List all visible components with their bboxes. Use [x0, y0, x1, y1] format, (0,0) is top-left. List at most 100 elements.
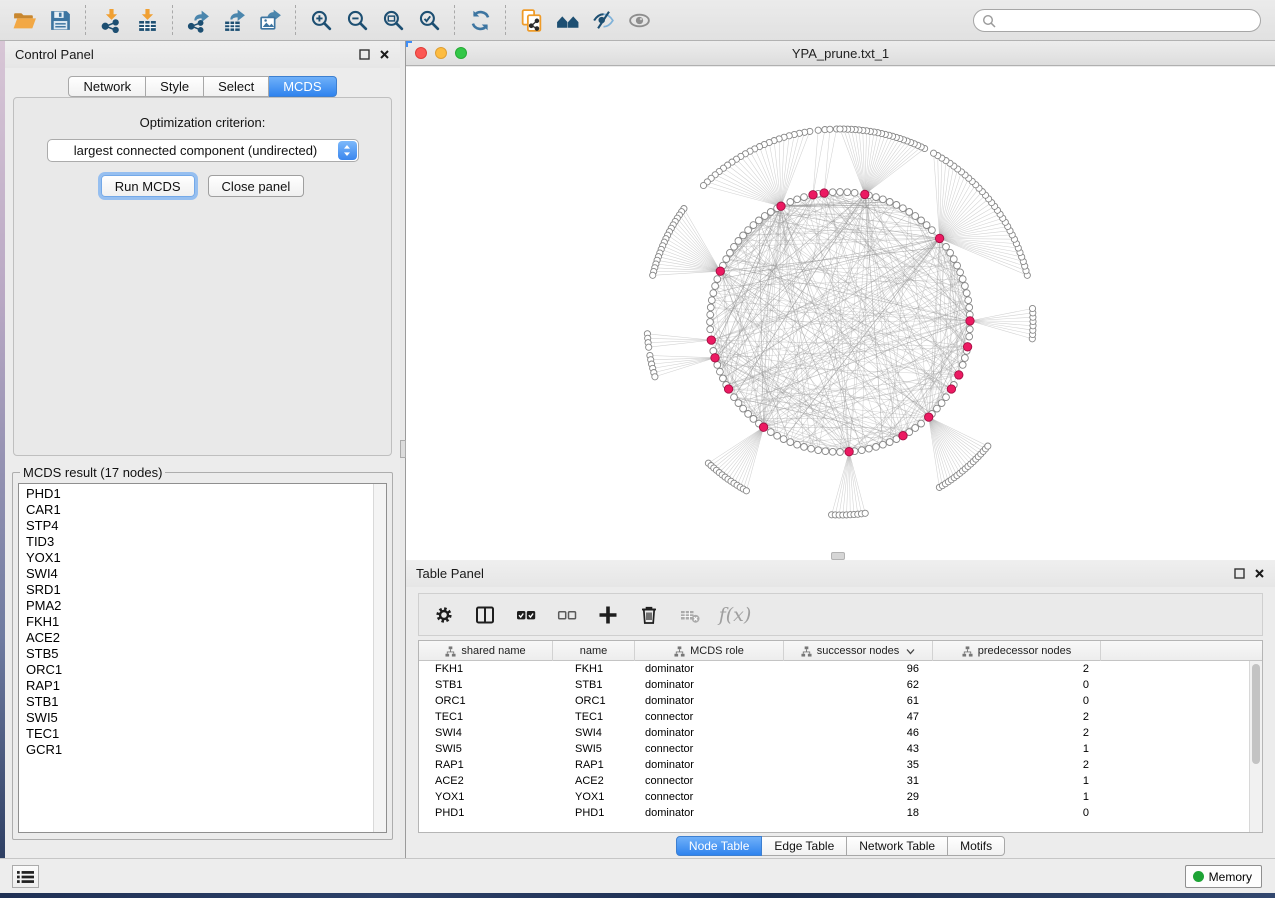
import-table-button[interactable] [129, 4, 165, 36]
column-header-MCDS-role[interactable]: MCDS role [635, 641, 784, 661]
network-graph[interactable] [406, 67, 1275, 560]
horizontal-splitter-handle[interactable] [831, 552, 845, 560]
table-cell[interactable]: 96 [784, 661, 933, 677]
table-cell[interactable]: YOX1 [419, 789, 553, 805]
network-node[interactable] [829, 448, 836, 455]
mcds-result-item[interactable]: ACE2 [26, 630, 373, 646]
save-session-button[interactable] [42, 4, 78, 36]
find-binoculars-button[interactable] [549, 4, 585, 36]
network-node[interactable] [906, 209, 913, 216]
mcds-result-item[interactable]: PMA2 [26, 598, 373, 614]
zoom-out-button[interactable] [339, 4, 375, 36]
network-node[interactable] [918, 420, 925, 427]
float-table-panel-icon[interactable] [1234, 568, 1245, 579]
tab-network[interactable]: Network [68, 76, 146, 97]
network-leaf-node[interactable] [862, 510, 868, 516]
mcds-hub-node[interactable] [707, 336, 715, 344]
tab-motifs[interactable]: Motifs [948, 836, 1005, 856]
table-cell[interactable]: SWI5 [419, 741, 553, 757]
table-cell[interactable]: YOX1 [553, 789, 635, 805]
table-row[interactable]: STB1STB1dominator620 [419, 677, 1262, 693]
network-node[interactable] [943, 394, 950, 401]
mcds-hub-node[interactable] [716, 267, 724, 275]
network-node[interactable] [957, 269, 964, 276]
network-node[interactable] [844, 189, 851, 196]
mcds-result-item[interactable]: FKH1 [26, 614, 373, 630]
mcds-result-item[interactable]: RAP1 [26, 678, 373, 694]
network-window-titlebar[interactable]: YPA_prune.txt_1 [406, 41, 1275, 66]
network-node[interactable] [707, 319, 714, 326]
mcds-hub-node[interactable] [955, 371, 963, 379]
optimization-criterion-select[interactable]: largest connected component (undirected) [47, 139, 359, 162]
table-row[interactable]: TEC1TEC1connector472 [419, 709, 1262, 725]
mcds-hub-node[interactable] [845, 448, 853, 456]
table-cell[interactable]: dominator [635, 693, 784, 709]
table-cell[interactable]: 43 [784, 741, 933, 757]
network-node[interactable] [966, 333, 973, 340]
table-cell[interactable]: PHD1 [419, 805, 553, 821]
table-cell[interactable]: ORC1 [419, 693, 553, 709]
table-cell[interactable]: 35 [784, 757, 933, 773]
network-node[interactable] [866, 445, 873, 452]
table-cell[interactable]: SWI4 [553, 725, 635, 741]
network-node[interactable] [912, 213, 919, 220]
table-cell[interactable]: SWI4 [419, 725, 553, 741]
network-leaf-node[interactable] [700, 182, 706, 188]
table-row[interactable]: YOX1YOX1connector291 [419, 789, 1262, 805]
table-cell[interactable]: dominator [635, 677, 784, 693]
table-cell[interactable]: TEC1 [553, 709, 635, 725]
network-leaf-node[interactable] [827, 126, 833, 132]
table-cell[interactable]: ORC1 [553, 693, 635, 709]
table-row[interactable]: FKH1FKH1dominator962 [419, 661, 1262, 677]
network-node[interactable] [873, 194, 880, 201]
network-node[interactable] [727, 249, 734, 256]
network-node[interactable] [815, 447, 822, 454]
table-cell[interactable]: 2 [933, 709, 1101, 725]
network-node[interactable] [761, 213, 768, 220]
mcds-hub-node[interactable] [966, 317, 974, 325]
network-node[interactable] [731, 243, 738, 250]
zoom-in-button[interactable] [303, 4, 339, 36]
close-table-panel-icon[interactable] [1254, 568, 1265, 579]
network-node[interactable] [708, 297, 715, 304]
table-cell[interactable]: 18 [784, 805, 933, 821]
network-leaf-node[interactable] [985, 443, 991, 449]
memory-button[interactable]: Memory [1185, 865, 1262, 888]
network-node[interactable] [740, 232, 747, 239]
network-node[interactable] [707, 311, 714, 318]
table-row[interactable]: SWI5SWI5connector431 [419, 741, 1262, 757]
deselect-all-checkboxes-button[interactable] [554, 602, 580, 628]
column-header-predecessor-nodes[interactable]: predecessor nodes [933, 641, 1101, 661]
table-cell[interactable]: FKH1 [553, 661, 635, 677]
table-cell[interactable]: ACE2 [553, 773, 635, 789]
mcds-hub-node[interactable] [963, 343, 971, 351]
network-node[interactable] [756, 217, 763, 224]
table-cell[interactable]: 61 [784, 693, 933, 709]
network-node[interactable] [707, 326, 714, 333]
network-leaf-node[interactable] [743, 488, 749, 494]
mcds-hub-node[interactable] [935, 234, 943, 242]
network-node[interactable] [767, 429, 774, 436]
network-node[interactable] [829, 189, 836, 196]
table-row[interactable]: PHD1PHD1dominator180 [419, 805, 1262, 821]
table-cell[interactable]: 31 [784, 773, 933, 789]
table-cell[interactable]: connector [635, 773, 784, 789]
mcds-hub-node[interactable] [711, 354, 719, 362]
table-scrollbar[interactable] [1249, 661, 1262, 832]
close-panel-icon[interactable] [379, 49, 390, 60]
search-input[interactable] [1001, 11, 1260, 30]
network-node[interactable] [966, 304, 973, 311]
float-panel-icon[interactable] [359, 49, 370, 60]
table-cell[interactable]: 0 [933, 693, 1101, 709]
network-node[interactable] [858, 447, 865, 454]
network-node[interactable] [735, 400, 742, 407]
table-row[interactable]: ACE2ACE2connector311 [419, 773, 1262, 789]
network-node[interactable] [787, 199, 794, 206]
table-row[interactable]: ORC1ORC1dominator610 [419, 693, 1262, 709]
clone-network-button[interactable] [513, 4, 549, 36]
mcds-result-item[interactable]: YOX1 [26, 550, 373, 566]
tab-network-table[interactable]: Network Table [847, 836, 948, 856]
table-cell[interactable]: PHD1 [553, 805, 635, 821]
network-node[interactable] [740, 405, 747, 412]
mcds-result-item[interactable]: STB5 [26, 646, 373, 662]
